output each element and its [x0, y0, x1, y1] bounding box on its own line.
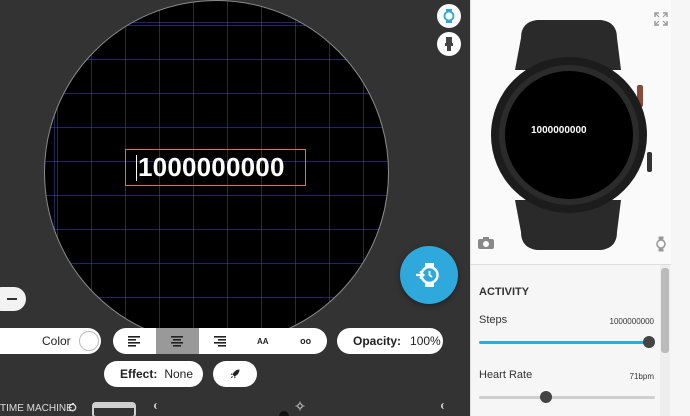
- rocket-icon: [230, 369, 240, 379]
- steps-text: 1000000000: [138, 152, 285, 182]
- fullscreen-icon[interactable]: [654, 12, 668, 26]
- zoom-out-button[interactable]: [0, 287, 26, 311]
- align-left-icon: [128, 336, 141, 347]
- run-preview-button[interactable]: [400, 246, 458, 304]
- alignment-toolbar: AA oo: [113, 328, 327, 354]
- color-picker[interactable]: Color: [0, 328, 101, 354]
- link-button[interactable]: oo: [284, 328, 327, 354]
- color-label: Color: [42, 334, 71, 348]
- color-swatch[interactable]: [78, 331, 99, 351]
- watch-settings-icon[interactable]: [655, 236, 667, 252]
- font-size-button[interactable]: AA: [241, 328, 284, 354]
- watch-preview-area: 1000000000: [471, 0, 671, 265]
- preview-steps-text: 1000000000: [531, 125, 587, 136]
- effect-value: None: [164, 367, 194, 381]
- watch-band-icon[interactable]: [437, 32, 461, 56]
- effect-selector[interactable]: Effect: None: [104, 361, 203, 387]
- link-label: oo: [300, 336, 312, 346]
- opacity-label: Opacity:: [353, 334, 402, 348]
- steps-slider[interactable]: [479, 341, 655, 344]
- moon-icon: [154, 403, 157, 409]
- heart-rate-slider[interactable]: [479, 396, 655, 399]
- watch-face-canvas[interactable]: 1000000000: [44, 0, 389, 345]
- text-cursor: [136, 154, 137, 181]
- right-panel: 1000000000 ACTIVITY Steps 1000000000 Hea…: [470, 0, 690, 416]
- calendar-icon[interactable]: [92, 402, 136, 416]
- watch-view-icon[interactable]: [437, 4, 461, 28]
- heart-rate-slider-thumb[interactable]: [539, 391, 552, 403]
- align-left-button[interactable]: [113, 328, 156, 354]
- activity-section-title: ACTIVITY: [479, 286, 530, 298]
- align-center-button[interactable]: [155, 328, 199, 354]
- moon-icon-right: [441, 403, 444, 409]
- selected-text-layer[interactable]: 1000000000: [125, 149, 306, 186]
- steps-slider-thumb[interactable]: [643, 336, 655, 348]
- editor-canvas: 1000000000 Color AA oo Opacity: 100% Eff…: [0, 0, 470, 416]
- watch-run-icon: [416, 263, 439, 287]
- time-machine-label: TIME MACHINE: [0, 403, 73, 414]
- time-slider-thumb: [279, 411, 289, 416]
- align-right-icon: [213, 336, 226, 347]
- launch-button[interactable]: [213, 361, 257, 387]
- effect-label: Effect:: [120, 367, 158, 381]
- align-center-icon: [171, 336, 184, 347]
- sync-icon[interactable]: [68, 403, 77, 415]
- steps-value: 1000000000: [609, 317, 655, 326]
- font-size-label: AA: [257, 336, 269, 346]
- minus-icon: [7, 298, 17, 300]
- heart-rate-label: Heart Rate: [479, 369, 533, 381]
- time-slider[interactable]: [150, 398, 450, 416]
- heart-rate-value: 71bpm: [629, 372, 654, 381]
- steps-label: Steps: [479, 314, 508, 326]
- align-right-button[interactable]: [199, 328, 242, 354]
- scrollbar-thumb[interactable]: [661, 268, 669, 353]
- opacity-value: 100%: [410, 334, 441, 348]
- opacity-control[interactable]: Opacity: 100%: [337, 328, 443, 354]
- camera-icon[interactable]: [477, 236, 495, 250]
- sun-icon: [295, 401, 305, 411]
